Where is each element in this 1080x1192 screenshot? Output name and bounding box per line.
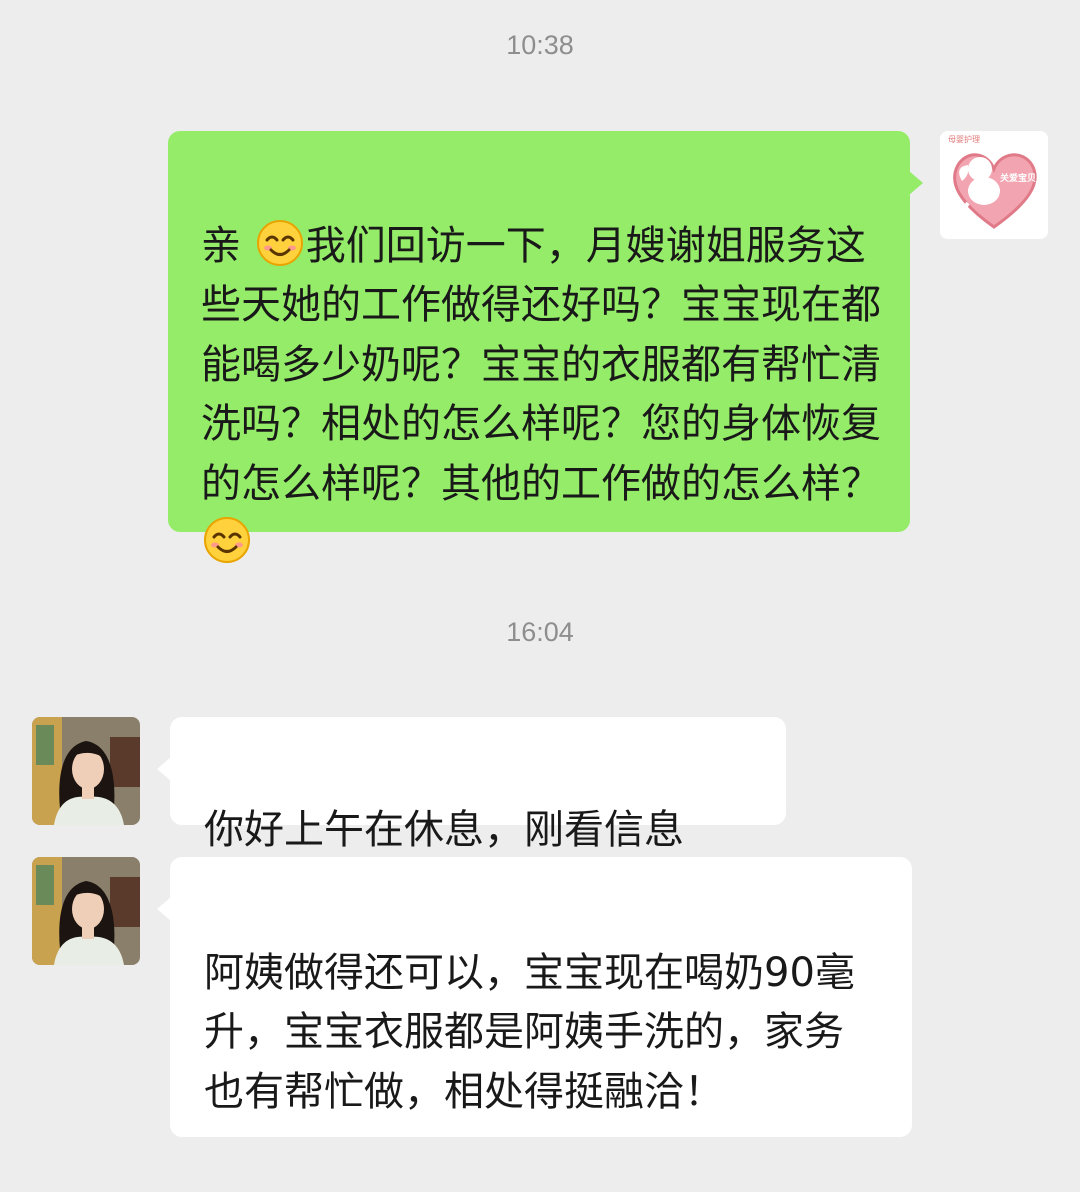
logo-text-top: 母婴护理 [948,134,980,144]
contact-avatar[interactable] [32,717,140,825]
woman-portrait-icon [32,717,140,825]
message-text: 你好上午在休息，刚看信息 [204,806,684,853]
smiling-face-emoji [256,219,303,266]
logo-text-heart: 关爱宝贝 [1000,172,1036,184]
smiling-face-emoji [204,517,250,563]
contact-avatar[interactable] [32,857,140,965]
message-text: 阿姨做得还可以，宝宝现在喝奶90毫升，宝宝衣服都是阿姨手洗的，家务也有帮忙做，相… [204,949,855,1115]
self-avatar[interactable]: 母婴护理 关爱宝贝 [940,131,1048,239]
woman-portrait-icon [32,857,140,965]
timestamp: 16:04 [506,617,574,647]
timestamp: 10:38 [506,30,574,60]
received-message-bubble[interactable]: 阿姨做得还可以，宝宝现在喝奶90毫升，宝宝衣服都是阿姨手洗的，家务也有帮忙做，相… [157,857,912,1137]
received-message-bubble[interactable]: 你好上午在休息，刚看信息 [157,717,786,853]
sent-message-bubble[interactable]: 亲 我们回访一下，月嫂谢姐服务这些天她的工作做得还好吗？宝宝现在都能喝多少奶呢？… [168,131,923,563]
message-text-part: 亲 [201,222,254,269]
cherub-heart-logo-icon: 母婴护理 关爱宝贝 [940,131,1048,239]
